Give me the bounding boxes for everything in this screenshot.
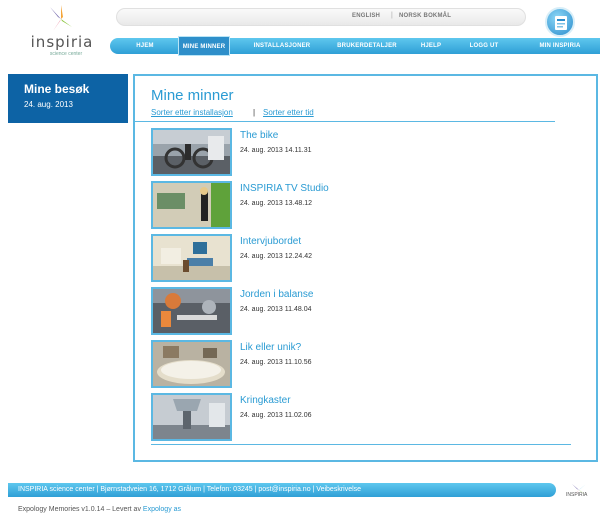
memories-panel: Mine minner Sorter etter installasjon | …	[133, 74, 598, 462]
memory-date: 24. aug. 2013 13.48.12	[240, 200, 313, 207]
photo-interview-thumbnail[interactable]	[151, 234, 232, 282]
my-inspiria-button[interactable]	[545, 7, 575, 37]
memory-title[interactable]: Kringkaster	[240, 395, 291, 406]
divider	[135, 121, 555, 122]
nav-hjelp[interactable]: HJELP	[416, 38, 446, 54]
expology-link[interactable]: Expology as	[143, 506, 181, 513]
my-visits-title: Mine besøk	[24, 82, 90, 96]
inspiria-logo[interactable]: inspiria science center	[30, 5, 92, 57]
list-item[interactable]: Intervjubordet 24. aug. 2013 12.24.42	[151, 233, 571, 286]
memory-date: 24. aug. 2013 14.11.31	[240, 147, 312, 154]
my-visits-panel[interactable]: Mine besøk 24. aug. 2013	[8, 74, 128, 123]
language-english[interactable]: ENGLISH	[352, 13, 380, 19]
list-item[interactable]: The bike 24. aug. 2013 14.11.31	[151, 127, 571, 180]
visit-date[interactable]: 24. aug. 2013	[24, 100, 73, 109]
memory-date: 24. aug. 2013 11.48.04	[240, 306, 312, 313]
memory-title[interactable]: INSPIRIA TV Studio	[240, 183, 329, 194]
language-separator: |	[391, 12, 393, 19]
main-nav: HJEM MINE MINNER INSTALLASJONER BRUKERDE…	[110, 36, 600, 56]
list-item[interactable]: Kringkaster 24. aug. 2013 11.02.06	[151, 392, 571, 445]
language-bar	[116, 8, 526, 26]
nav-logg-ut[interactable]: LOGG UT	[464, 38, 504, 54]
nav-hjem[interactable]: HJEM	[122, 38, 168, 54]
footer-bar: INSPIRIA science center | Bjørnstadveien…	[8, 483, 556, 497]
nav-installasjoner[interactable]: INSTALLASJONER	[246, 38, 318, 54]
sort-by-time-link[interactable]: Sorter etter tid	[263, 108, 314, 117]
photo-bike-thumbnail[interactable]	[151, 128, 232, 176]
nav-min-inspiria[interactable]: MIN INSPIRIA	[532, 38, 588, 54]
language-norsk[interactable]: NORSK BOKMÅL	[399, 13, 451, 19]
credits: Expology Memories v1.0.14 – Levert av Ex…	[18, 506, 181, 513]
list-item[interactable]: INSPIRIA TV Studio 24. aug. 2013 13.48.1…	[151, 180, 571, 233]
memory-title[interactable]: Lik eller unik?	[240, 342, 301, 353]
memory-date: 24. aug. 2013 11.02.06	[240, 412, 312, 419]
card-icon	[555, 16, 567, 30]
list-item[interactable]: Jorden i balanse 24. aug. 2013 11.48.04	[151, 286, 571, 339]
memory-date: 24. aug. 2013 11.10.56	[240, 359, 312, 366]
footer-address[interactable]: INSPIRIA science center | Bjørnstadveien…	[18, 483, 361, 497]
footer-logo-text: INSPIRIA	[566, 492, 588, 498]
logo-subtext: science center	[49, 51, 83, 57]
list-item[interactable]: Lik eller unik? 24. aug. 2013 11.10.56	[151, 339, 571, 392]
pinwheel-icon	[50, 5, 72, 31]
logo-text: inspiria	[30, 33, 94, 51]
memories-list: The bike 24. aug. 2013 14.11.31 INSPIRIA…	[151, 127, 571, 445]
photo-tv-studio-thumbnail[interactable]	[151, 181, 232, 229]
sort-by-installation-link[interactable]: Sorter etter installasjon	[151, 108, 233, 117]
photo-lik-eller-unik-thumbnail[interactable]	[151, 340, 232, 388]
nav-mine-minner[interactable]: MINE MINNER	[178, 36, 230, 56]
memory-title[interactable]: The bike	[240, 130, 278, 141]
memory-date: 24. aug. 2013 12.24.42	[240, 253, 313, 260]
sort-separator: |	[253, 108, 256, 117]
photo-broadcast-thumbnail[interactable]	[151, 393, 232, 441]
memory-title[interactable]: Jorden i balanse	[240, 289, 313, 300]
photo-earth-thumbnail[interactable]	[151, 287, 232, 335]
credits-text: Expology Memories v1.0.14 – Levert av	[18, 506, 141, 513]
nav-brukerdetaljer[interactable]: BRUKERDETALJER	[331, 38, 403, 54]
page-title: Mine minner	[151, 87, 234, 104]
memory-title[interactable]: Intervjubordet	[240, 236, 301, 247]
